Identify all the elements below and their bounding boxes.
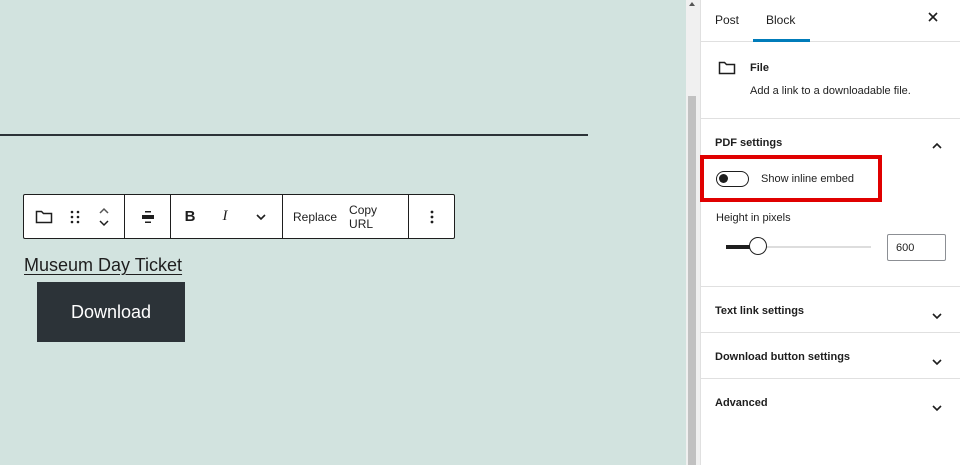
editor-canvas: B I Replace Copy URL Museum Day Ticket D…: [0, 0, 686, 465]
sidebar-tabs: Post Block: [701, 0, 960, 42]
tab-block[interactable]: Block: [766, 13, 795, 27]
drag-handle-icon[interactable]: [64, 195, 86, 238]
settings-sidebar: Post Block File Add a link to a download…: [700, 0, 960, 465]
more-formatting-chevron-icon[interactable]: [241, 195, 281, 238]
height-in-pixels-label: Height in pixels: [716, 212, 791, 224]
text-link-settings-panel[interactable]: Text link settings: [701, 287, 960, 333]
file-block-icon[interactable]: [24, 195, 64, 238]
italic-button[interactable]: I: [209, 195, 241, 238]
height-slider-thumb[interactable]: [748, 237, 767, 255]
block-title: File: [750, 62, 769, 74]
block-description: Add a link to a downloadable file.: [750, 85, 911, 97]
canvas-scrollbar[interactable]: [686, 0, 700, 465]
replace-button[interactable]: Replace: [283, 195, 343, 238]
copy-url-button[interactable]: Copy URL: [343, 195, 408, 238]
align-center-icon[interactable]: [125, 195, 170, 238]
move-up-down-icon[interactable]: [86, 195, 122, 238]
toolbar-group-file: Replace Copy URL: [283, 195, 409, 238]
show-inline-embed-label[interactable]: Show inline embed: [761, 173, 854, 185]
toolbar-group-block: [24, 195, 125, 238]
download-button[interactable]: Download: [37, 282, 185, 342]
pdf-settings-panel: PDF settings Show inline embed Height in…: [700, 119, 960, 287]
advanced-panel[interactable]: Advanced: [701, 379, 960, 425]
block-card: File Add a link to a downloadable file.: [701, 42, 960, 119]
chevron-down-icon[interactable]: [931, 353, 943, 371]
options-kebab-icon[interactable]: [409, 195, 454, 238]
separator-block[interactable]: [0, 134, 588, 136]
block-toolbar: B I Replace Copy URL: [23, 194, 455, 239]
panel-title[interactable]: Download button settings: [715, 351, 850, 363]
close-icon[interactable]: [927, 10, 939, 28]
tab-post[interactable]: Post: [715, 13, 739, 27]
file-link[interactable]: Museum Day Ticket: [24, 255, 182, 276]
height-input[interactable]: [887, 234, 946, 261]
show-inline-embed-toggle[interactable]: [716, 171, 749, 187]
bold-button[interactable]: B: [171, 195, 209, 238]
chevron-up-icon[interactable]: [931, 137, 943, 155]
chevron-down-icon[interactable]: [931, 307, 943, 325]
panel-title[interactable]: Advanced: [715, 397, 768, 409]
file-folder-icon: [718, 60, 736, 81]
panel-title[interactable]: Text link settings: [715, 305, 804, 317]
pdf-settings-title[interactable]: PDF settings: [715, 137, 782, 149]
chevron-down-icon[interactable]: [931, 399, 943, 417]
toolbar-group-options: [409, 195, 454, 238]
download-button-settings-panel[interactable]: Download button settings: [701, 333, 960, 379]
scroll-up-arrow-icon[interactable]: [689, 2, 695, 6]
toggle-knob: [719, 174, 728, 183]
toolbar-group-format: B I: [171, 195, 283, 238]
scrollbar-thumb[interactable]: [688, 96, 696, 465]
toolbar-group-align: [125, 195, 171, 238]
